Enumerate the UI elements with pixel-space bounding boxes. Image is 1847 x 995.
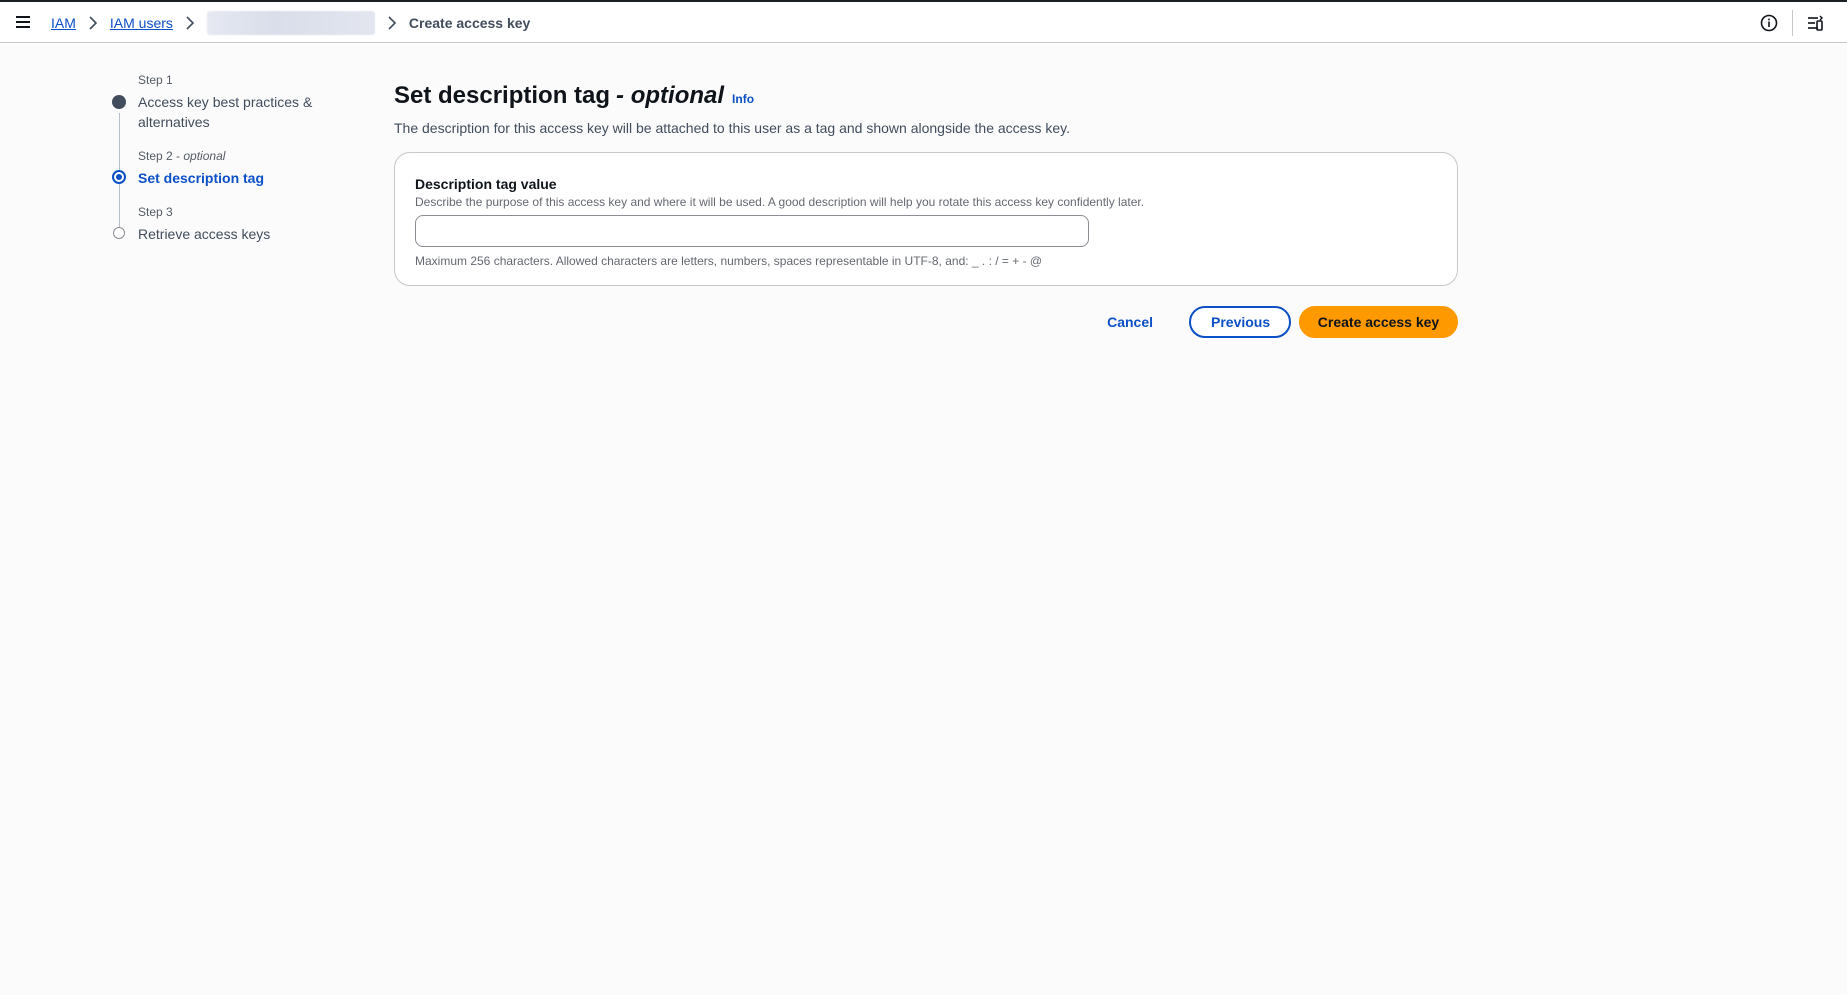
top-bar-divider	[1792, 10, 1793, 36]
description-tag-input[interactable]	[415, 215, 1089, 247]
description-tag-constraint-text: Maximum 256 characters. Allowed characte…	[415, 254, 1043, 268]
step-active-dot-icon	[112, 170, 126, 184]
step-1-title: Access key best practices & alternatives	[138, 94, 313, 130]
chevron-right-icon	[179, 15, 201, 30]
breadcrumb: IAM IAM users Create access key	[51, 2, 530, 43]
step-2-optional-label: optional	[183, 149, 226, 163]
page-title: Set description tag - optional Info	[394, 82, 1458, 114]
info-circle-icon[interactable]	[1760, 14, 1778, 32]
main-content: Set description tag - optional Info The …	[394, 82, 1458, 338]
chevron-right-icon	[82, 15, 104, 30]
step-2-title: Set description tag	[138, 170, 265, 186]
breadcrumb-iam-link[interactable]: IAM	[51, 15, 76, 31]
breadcrumb-iam-users-link[interactable]: IAM users	[110, 15, 173, 31]
step-1[interactable]: Step 1 Access key best practices & alter…	[108, 72, 348, 148]
wizard-steps-navigation: Step 1 Access key best practices & alter…	[108, 72, 348, 244]
description-tag-container: Description tag value Describe the purpo…	[394, 152, 1458, 286]
step-completed-dot-icon	[112, 95, 126, 109]
form-actions: Cancel Previous Create access key	[394, 306, 1458, 338]
page-title-text: Set description tag	[394, 82, 611, 109]
split-panel-icon[interactable]	[1806, 14, 1824, 32]
description-tag-help-text: Describe the purpose of this access key …	[415, 195, 1145, 209]
top-navigation-bar: IAM IAM users Create access key	[0, 0, 1847, 43]
step-2-number: Step 2 - optional	[138, 149, 226, 163]
hamburger-menu-icon[interactable]	[14, 14, 34, 30]
description-tag-label: Description tag value	[415, 176, 557, 192]
create-access-key-button[interactable]: Create access key	[1299, 306, 1458, 338]
step-2[interactable]: Step 2 - optional Set description tag	[108, 148, 348, 204]
chevron-right-icon	[381, 15, 403, 30]
step-upcoming-dot-icon	[113, 227, 125, 239]
cancel-button[interactable]: Cancel	[1087, 306, 1173, 338]
info-link[interactable]: Info	[732, 92, 754, 106]
breadcrumb-current: Create access key	[408, 14, 531, 31]
step-2-number-text: Step 2	[138, 149, 173, 163]
step-3[interactable]: Step 3 Retrieve access keys	[108, 204, 348, 244]
step-3-number: Step 3	[138, 205, 173, 219]
step-1-number: Step 1	[138, 73, 173, 87]
step-3-title: Retrieve access keys	[138, 226, 271, 242]
page-description: The description for this access key will…	[394, 120, 1070, 136]
page-title-optional: - optional	[616, 82, 725, 109]
breadcrumb-user-redacted[interactable]	[206, 10, 375, 35]
previous-button[interactable]: Previous	[1189, 306, 1291, 338]
